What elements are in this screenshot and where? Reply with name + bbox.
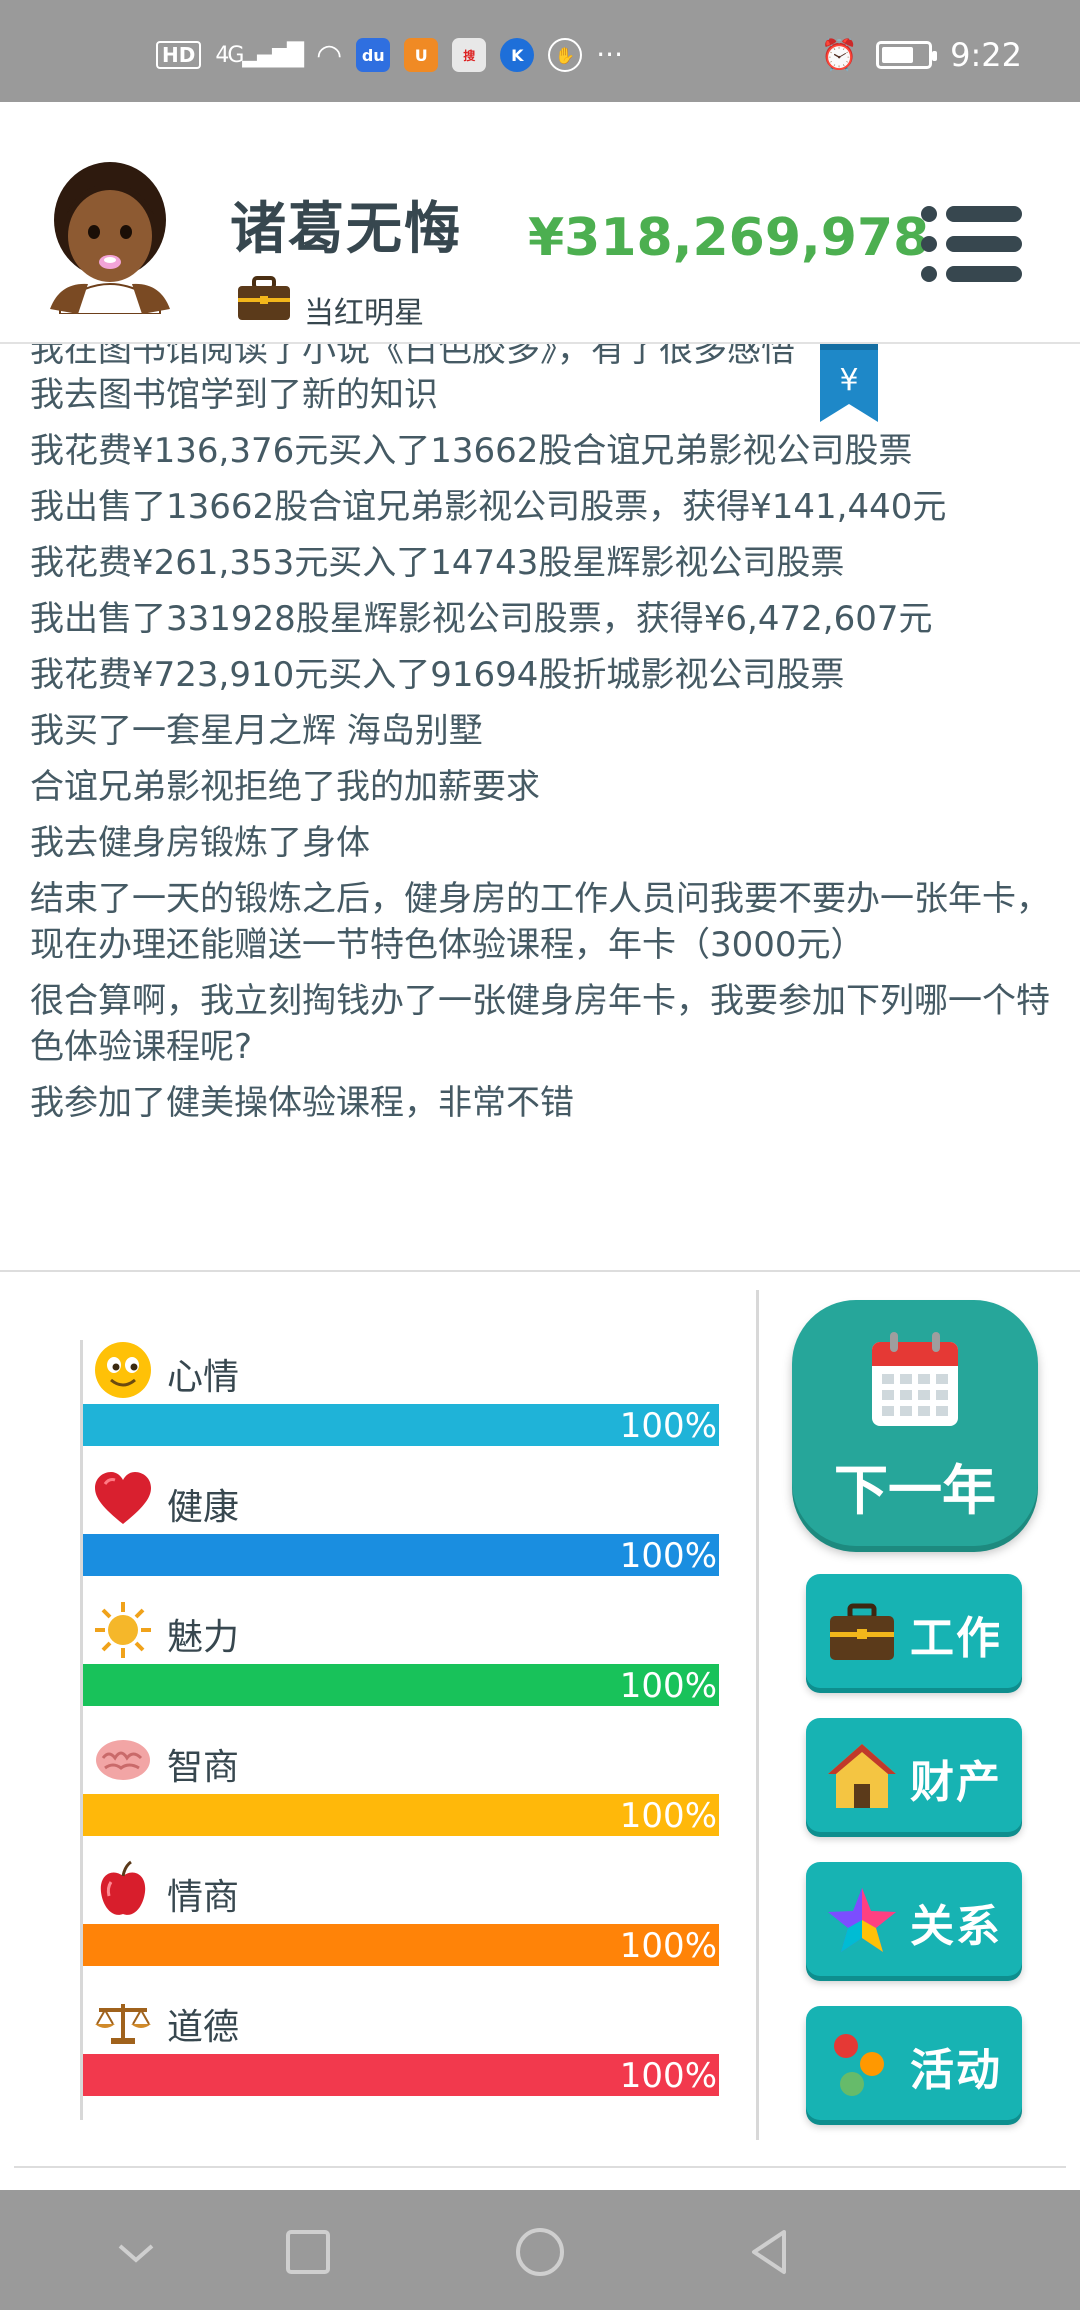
log-entry: 合谊兄弟影视拒绝了我的加薪要求 [30, 767, 540, 807]
stat-mood: 心情 100% [83, 1340, 719, 1450]
next-year-label: 下一年 [834, 1459, 996, 1522]
log-entry: 我花费¥723,910元买入了91694股折城影视公司股票 [30, 655, 845, 695]
log-entry: 我花费¥261,353元买入了14743股星辉影视公司股票 [30, 543, 845, 583]
stat-value: 100% [619, 2056, 717, 2096]
log-entry: 我参加了健美操体验课程，非常不错 [30, 1083, 574, 1123]
back-icon[interactable] [740, 2222, 800, 2282]
network-type: 4G [215, 42, 244, 68]
stat-eq: 情商 100% [83, 1860, 719, 1970]
heart-icon [95, 1472, 151, 1524]
baidu-app-icon: du [356, 38, 391, 72]
log-entry: 结束了一天的锻炼之后，健身房的工作人员问我要不要办一张年卡，现在办理还能赠送一节… [30, 879, 1050, 965]
clock: 9:22 [950, 36, 1022, 74]
log-entry: 我出售了13662股合谊兄弟影视公司股票，获得¥141,440元 [30, 487, 947, 527]
stat-label: 情商 [167, 1877, 240, 1918]
relations-button[interactable]: 关系 [806, 1862, 1022, 1976]
stat-value: 100% [619, 1406, 717, 1446]
money-balance: ¥318,269,978 [528, 208, 930, 268]
work-label: 工作 [910, 1613, 1002, 1664]
shield-app-icon: ✋ [548, 38, 583, 72]
system-nav-bar [0, 2190, 1080, 2310]
player-avatar[interactable] [40, 154, 180, 314]
sohu-video-app-icon: 搜 [452, 38, 487, 72]
activities-button[interactable]: 活动 [806, 2006, 1022, 2120]
cellular-signal-icon: 4G▂▄▆█ [215, 42, 304, 68]
bottom-divider [14, 2166, 1066, 2168]
log-entry: 我花费¥136,376元买入了13662股合谊兄弟影视公司股票 [30, 431, 913, 471]
brain-icon [96, 1740, 150, 1780]
menu-icon[interactable] [920, 204, 1024, 284]
battery-icon [876, 41, 938, 69]
stat-value: 100% [619, 1926, 717, 1966]
hd-indicator: HD [156, 41, 202, 69]
log-entry: 我出售了331928股星辉影视公司股票，获得¥6,472,607元 [30, 599, 933, 639]
player-name: 诸葛无悔 [230, 197, 462, 262]
stat-label: 心情 [167, 1357, 240, 1398]
smiley-icon [95, 1342, 151, 1398]
event-log[interactable]: 我在图书馆阅读了小说《白色胶多》，有了很多感悟 我去图书馆学到了新的知识 我花费… [0, 344, 1080, 1272]
property-button[interactable]: 财产 [806, 1718, 1022, 1832]
job-title: 当红明星 [304, 296, 424, 331]
panel-divider [756, 1290, 759, 2140]
relations-label: 关系 [910, 1901, 1002, 1952]
more-notifications-icon: ··· [596, 38, 623, 71]
uc-app-icon: U [404, 38, 439, 72]
work-button[interactable]: 工作 [806, 1574, 1022, 1688]
stat-label: 健康 [167, 1487, 240, 1528]
stat-value: 100% [619, 1536, 717, 1576]
status-bar: HD 4G▂▄▆█ ◠ du U 搜 K ✋ ··· ⏰ 9:22 [0, 0, 1080, 102]
log-entry: 我去健身房锻炼了身体 [30, 823, 370, 863]
log-list: 我去图书馆学到了新的知识 我花费¥136,376元买入了13662股合谊兄弟影视… [30, 372, 1060, 1136]
collapse-chevron-icon[interactable] [106, 2222, 166, 2282]
briefcase-icon [830, 1603, 894, 1660]
sun-icon [95, 1602, 151, 1658]
apple-icon [100, 1860, 146, 1915]
wifi-icon: ◠ [316, 37, 343, 73]
stat-label: 智商 [167, 1747, 240, 1788]
home-icon[interactable] [510, 2222, 570, 2282]
stat-value: 100% [619, 1666, 717, 1706]
house-icon [828, 1744, 896, 1808]
bookmark-yuan-icon[interactable]: ¥ [820, 344, 878, 422]
stat-morality: 道德 100% [83, 1990, 719, 2100]
alarm-icon: ⏰ [820, 37, 859, 73]
next-year-button[interactable]: 下一年 [792, 1300, 1038, 1546]
activity-dots-icon [834, 2034, 884, 2096]
property-label: 财产 [910, 1757, 1002, 1808]
player-header: 诸葛无悔 当红明星 ¥318,269,978 [0, 102, 1080, 344]
star-icon [828, 1888, 896, 1952]
stat-health: 健康 100% [83, 1470, 719, 1580]
log-entry: 我去图书馆学到了新的知识 [30, 375, 438, 415]
stat-label: 魅力 [167, 1617, 240, 1658]
log-entry: 很合算啊，我立刻掏钱办了一张健身房年卡，我要参加下列哪一个特色体验课程呢? [30, 981, 1050, 1067]
log-entry: 我买了一套星月之辉 海岛别墅 [30, 711, 483, 751]
kuwo-app-icon: K [500, 38, 535, 72]
scales-icon [95, 2004, 151, 2044]
stat-iq: 智商 100% [83, 1730, 719, 1840]
briefcase-icon [238, 276, 290, 320]
recent-apps-icon[interactable] [278, 2222, 338, 2282]
stat-value: 100% [619, 1796, 717, 1836]
stat-charm: 魅力 100% [83, 1600, 719, 1710]
bookmark-symbol: ¥ [839, 363, 858, 398]
log-entry-partial: 我在图书馆阅读了小说《白色胶多》，有了很多感悟 [30, 344, 795, 370]
calendar-icon [872, 1332, 958, 1426]
stat-label: 道德 [167, 2007, 240, 2048]
stats-panel: 心情 100% 健康 100% 魅力 100% 智商 100% 情商 100% … [80, 1340, 720, 2120]
activities-label: 活动 [910, 2045, 1002, 2096]
